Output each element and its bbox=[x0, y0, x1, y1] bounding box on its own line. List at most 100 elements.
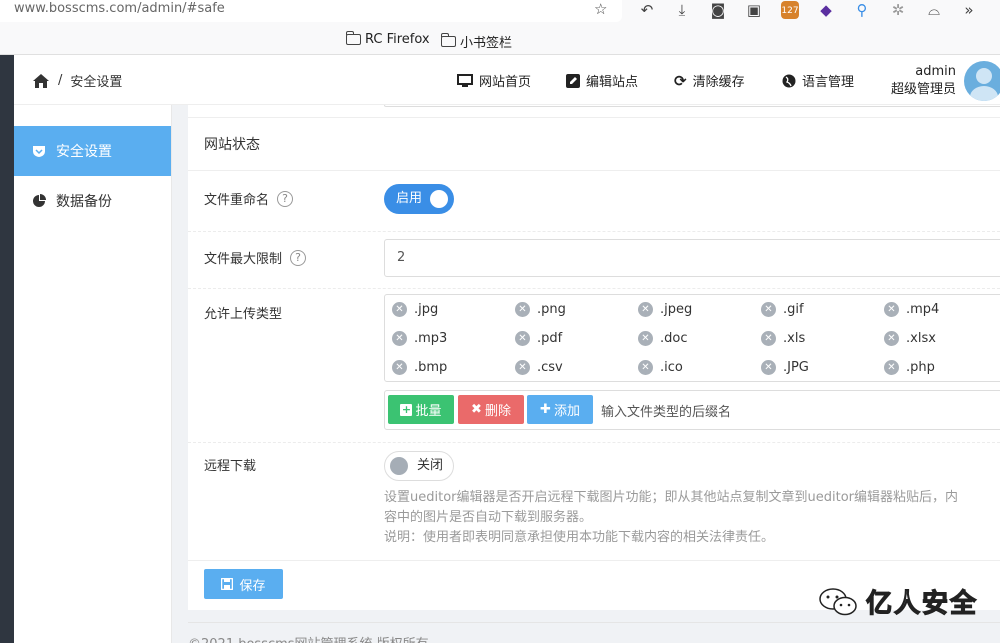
nav-language[interactable]: 语言管理 bbox=[782, 71, 854, 90]
tag-label: .doc bbox=[660, 331, 688, 346]
remove-tag-icon[interactable]: ✕ bbox=[761, 360, 776, 375]
hat-icon[interactable]: ⌓ bbox=[925, 1, 943, 19]
puzzle-icon[interactable]: ✲ bbox=[889, 1, 907, 19]
edit-icon bbox=[566, 73, 580, 88]
batch-button[interactable]: + 批量 bbox=[388, 395, 454, 424]
file-type-tag: ✕ .mp3 bbox=[392, 331, 447, 346]
footer-divider bbox=[188, 622, 1000, 623]
address-bar[interactable]: www.bosscms.com/admin/#safe ☆ bbox=[0, 0, 622, 22]
remote-help-text: 设置ueditor编辑器是否开启远程下载图片功能；即从其他站点复制文章到uedi… bbox=[384, 488, 994, 548]
remove-tag-icon[interactable]: ✕ bbox=[884, 360, 899, 375]
pin-icon[interactable]: ⚲ bbox=[853, 1, 871, 19]
delete-button[interactable]: ✖ 删除 bbox=[458, 395, 524, 424]
remove-tag-icon[interactable]: ✕ bbox=[392, 302, 407, 317]
folder-icon bbox=[440, 33, 456, 47]
browser-toolbar: www.bosscms.com/admin/#safe ☆ ↶ ⤓ ◙ ▣ 12… bbox=[0, 0, 1000, 22]
extension-badge-icon[interactable]: 127 bbox=[781, 1, 799, 19]
previous-field-edge bbox=[384, 105, 1000, 107]
button-label: 保存 bbox=[239, 578, 266, 594]
toggle-label: 启用 bbox=[396, 191, 423, 206]
remove-tag-icon[interactable]: ✕ bbox=[638, 331, 653, 346]
nav-label: 清除缓存 bbox=[692, 75, 745, 90]
bookmarks-bar: RC Firefox 小书签栏 bbox=[0, 22, 1000, 55]
remove-tag-icon[interactable]: ✕ bbox=[884, 331, 899, 346]
remove-tag-icon[interactable]: ✕ bbox=[638, 302, 653, 317]
sidebar-item-security[interactable]: 安全设置 bbox=[14, 126, 171, 176]
file-type-tag: ✕ .gif bbox=[761, 302, 804, 317]
tag-label: .jpeg bbox=[660, 302, 693, 317]
remove-tag-icon[interactable]: ✕ bbox=[515, 360, 530, 375]
user-role: 超级管理员 bbox=[890, 82, 956, 97]
file-type-tag: ✕ .xlsx bbox=[884, 331, 936, 346]
bookmark-label: RC Firefox bbox=[365, 32, 430, 47]
file-type-tag: ✕ .csv bbox=[515, 360, 563, 375]
section-title: 网站状态 bbox=[188, 117, 1000, 171]
tag-label: .jpg bbox=[414, 302, 439, 317]
nav-label: 编辑站点 bbox=[586, 75, 639, 90]
screenshot-icon[interactable]: ◙ bbox=[709, 1, 727, 19]
remove-tag-icon[interactable]: ✕ bbox=[761, 331, 776, 346]
bookmark-rc-firefox[interactable]: RC Firefox bbox=[345, 31, 430, 47]
help-question-icon[interactable]: ? bbox=[290, 249, 307, 266]
extension-shield-icon[interactable]: ◆ bbox=[817, 1, 835, 19]
save-button[interactable]: 保存 bbox=[204, 569, 283, 599]
download-icon[interactable]: ⤓ bbox=[673, 1, 691, 19]
plus-square-icon: + bbox=[400, 403, 413, 416]
file-type-tag: ✕ .mp4 bbox=[884, 302, 939, 317]
remove-tag-icon[interactable]: ✕ bbox=[884, 302, 899, 317]
tag-label: .php bbox=[906, 360, 935, 375]
tag-label: .xls bbox=[783, 331, 806, 346]
remove-tag-icon[interactable]: ✕ bbox=[392, 360, 407, 375]
upload-types-actions: + 批量 ✖ 删除 ✚ 添加 输入文件类型的后缀名 bbox=[384, 390, 1000, 430]
nav-clear-cache[interactable]: ⟳ 清除缓存 bbox=[674, 71, 745, 91]
sidebar-item-backup[interactable]: 数据备份 bbox=[14, 176, 171, 226]
bookmark-star-icon[interactable]: ☆ bbox=[594, 0, 607, 18]
remote-row-label: 远程下载 bbox=[204, 455, 256, 474]
user-info[interactable]: admin 超级管理员 bbox=[891, 63, 956, 99]
remote-label: 远程下载 bbox=[204, 459, 257, 474]
file-type-tag: ✕ .bmp bbox=[392, 360, 447, 375]
pie-chart-icon bbox=[33, 194, 46, 207]
remove-tag-icon[interactable]: ✕ bbox=[638, 360, 653, 375]
badge-count: 127 bbox=[781, 6, 799, 16]
rename-label: 文件重命名 bbox=[204, 193, 270, 208]
remove-tag-icon[interactable]: ✕ bbox=[515, 302, 530, 317]
rename-toggle[interactable]: 启用 bbox=[384, 184, 454, 214]
nav-website-home[interactable]: 网站首页 bbox=[457, 71, 531, 90]
remote-toggle[interactable]: 关闭 bbox=[384, 451, 454, 481]
back-icon[interactable]: ↶ bbox=[638, 1, 656, 19]
toggle-label: 关闭 bbox=[417, 458, 444, 473]
max-size-label: 文件最大限制 bbox=[204, 252, 283, 267]
divider bbox=[188, 442, 1000, 443]
nav-edit-site[interactable]: 编辑站点 bbox=[566, 71, 638, 90]
remove-tag-icon[interactable]: ✕ bbox=[515, 331, 530, 346]
remove-tag-icon[interactable]: ✕ bbox=[761, 302, 776, 317]
bookmark-small-bar[interactable]: 小书签栏 bbox=[440, 32, 513, 51]
extension-input[interactable]: 输入文件类型的后缀名 bbox=[601, 401, 731, 420]
home-icon[interactable] bbox=[32, 73, 50, 89]
settings-panel: 网站状态 文件重命名 ? 启用 文件最大限制 ? 2 允许上传类型 ✕ .jpg … bbox=[188, 105, 1000, 610]
refresh-icon: ⟳ bbox=[674, 71, 687, 90]
bookmark-label: 小书签栏 bbox=[460, 36, 513, 51]
button-label: 删除 bbox=[484, 404, 511, 419]
avatar[interactable] bbox=[964, 61, 1000, 101]
help-question-icon[interactable]: ? bbox=[277, 190, 294, 207]
max-size-input[interactable]: 2 bbox=[384, 239, 1000, 277]
overflow-chevron-icon[interactable]: » bbox=[960, 1, 978, 19]
add-button[interactable]: ✚ 添加 bbox=[527, 395, 593, 424]
file-type-tag: ✕ .JPG bbox=[761, 360, 809, 375]
tag-label: .ico bbox=[660, 360, 683, 375]
remove-tag-icon[interactable]: ✕ bbox=[392, 331, 407, 346]
upload-types-label: 允许上传类型 bbox=[204, 307, 283, 322]
watermark-text: 亿人安全 bbox=[865, 588, 979, 619]
url-text[interactable]: www.bosscms.com/admin/#safe bbox=[14, 1, 225, 16]
button-label: 添加 bbox=[553, 404, 580, 419]
extension-icon[interactable]: ▣ bbox=[745, 1, 763, 19]
file-type-tag: ✕ .jpeg bbox=[638, 302, 692, 317]
tag-label: .mp3 bbox=[414, 331, 448, 346]
help-line: 容中的图片是否自动下载到服务器。 bbox=[384, 510, 593, 525]
rename-row-label: 文件重命名 ? bbox=[204, 189, 294, 208]
nav-label: 网站首页 bbox=[479, 75, 532, 90]
breadcrumb-separator: / bbox=[58, 73, 63, 88]
file-type-tag: ✕ .php bbox=[884, 360, 935, 375]
